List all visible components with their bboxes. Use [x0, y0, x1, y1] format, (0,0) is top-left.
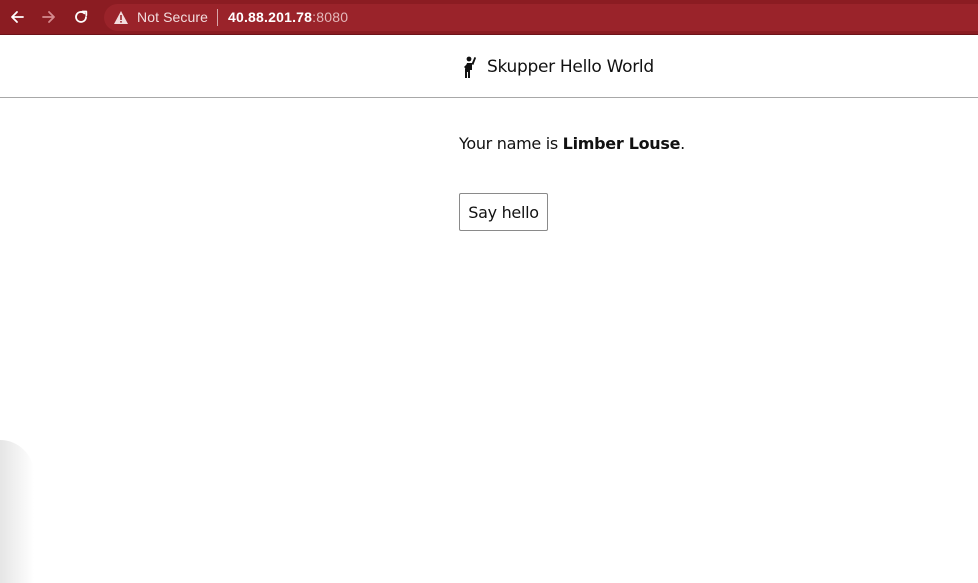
forward-button[interactable] — [38, 6, 60, 28]
url-port: :8080 — [312, 9, 349, 25]
user-name: Limber Louse — [562, 134, 681, 153]
name-prefix: Your name is — [459, 134, 563, 153]
site-header: Skupper Hello World — [0, 36, 978, 98]
forward-arrow-icon — [42, 11, 55, 23]
main-content: Your name is Limber Louse. Say hello — [459, 134, 685, 231]
address-divider — [217, 9, 218, 26]
site-title: Skupper Hello World — [487, 57, 654, 77]
person-waving-icon — [464, 56, 477, 78]
name-suffix: . — [680, 134, 685, 153]
url-text[interactable]: 40.88.201.78:8080 — [228, 9, 348, 25]
site-brand: Skupper Hello World — [459, 53, 654, 81]
say-hello-button[interactable]: Say hello — [459, 193, 548, 231]
reload-icon — [75, 10, 88, 23]
security-status-label[interactable]: Not Secure — [137, 9, 208, 25]
reload-button[interactable] — [70, 6, 92, 28]
name-sentence: Your name is Limber Louse. — [459, 134, 685, 153]
back-button[interactable] — [6, 6, 28, 28]
window-edge-shadow — [0, 440, 34, 583]
warning-icon[interactable] — [113, 10, 129, 25]
browser-toolbar: Not Secure 40.88.201.78:8080 — [0, 0, 978, 35]
url-host: 40.88.201.78 — [228, 9, 313, 25]
address-bar[interactable]: Not Secure 40.88.201.78:8080 — [104, 4, 978, 31]
back-arrow-icon — [11, 11, 24, 23]
